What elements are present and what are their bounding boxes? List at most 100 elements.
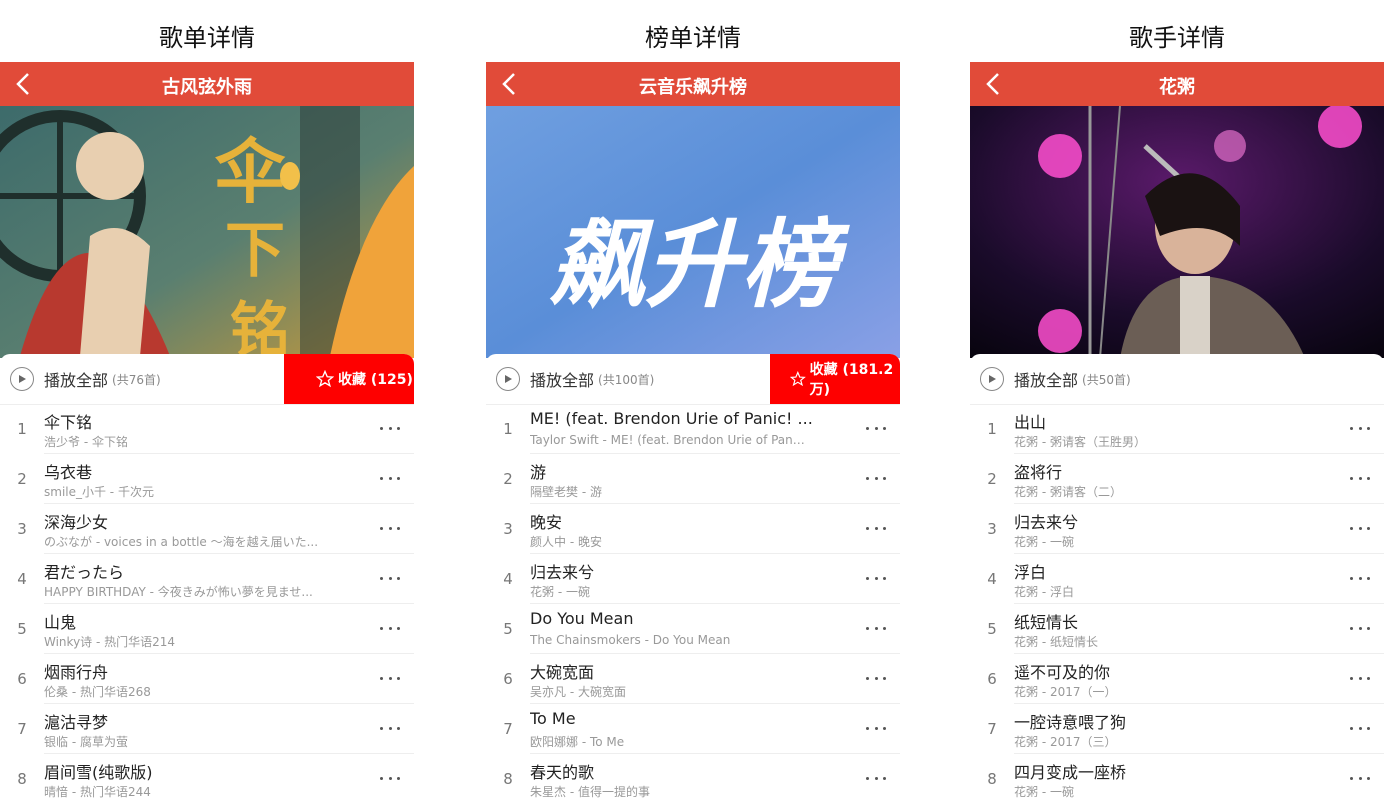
song-title: 滬沽寻梦 xyxy=(44,713,109,732)
chart-detail-panel: 榜单详情 云音乐飙升榜 飙升榜 播放全部 (共100首) 收藏 (181.2万)… xyxy=(486,0,900,801)
song-row[interactable]: 5 Do You Mean The Chainsmokers - Do You Me… xyxy=(486,604,900,654)
song-subtitle: 欧阳娜娜 - To Me xyxy=(530,735,625,749)
song-row[interactable]: 3 深海少女 のぶなが - voices in a bottle ～海を越え届いた.… xyxy=(0,504,414,554)
song-row[interactable]: 7 To Me 欧阳娜娜 - To Me xyxy=(486,704,900,754)
song-row[interactable]: 8 四月变成一座桥 花粥 - 一碗 xyxy=(970,754,1384,801)
song-row[interactable]: 1 伞下铭 浩少爷 - 伞下铭 xyxy=(0,404,414,454)
song-subtitle: 银临 - 腐草为萤 xyxy=(44,735,128,749)
song-subtitle: 颜人中 - 晚安 xyxy=(530,535,602,549)
more-dots-icon[interactable] xyxy=(380,768,400,788)
song-row[interactable]: 7 一腔诗意喂了狗 花粥 - 2017（三） xyxy=(970,704,1384,754)
play-circle-icon xyxy=(496,367,520,391)
song-row[interactable]: 2 乌衣巷 smile_小千 - 千次元 xyxy=(0,454,414,504)
more-dots-icon[interactable] xyxy=(1350,518,1370,538)
song-row[interactable]: 4 浮白 花粥 - 浮白 xyxy=(970,554,1384,604)
song-index: 7 xyxy=(17,720,27,738)
song-info: 晚安 颜人中 - 晚安 xyxy=(530,504,900,554)
song-title: To Me xyxy=(530,709,576,728)
more-dots-icon[interactable] xyxy=(1350,768,1370,788)
song-info: 盗将行 花粥 - 粥请客（二） xyxy=(1014,454,1384,504)
more-dots-icon[interactable] xyxy=(866,768,886,788)
song-row[interactable]: 2 游隔壁老樊 - 游 xyxy=(486,454,900,504)
song-row[interactable]: 3 晚安 颜人中 - 晚安 xyxy=(486,504,900,554)
song-subtitle: 花粥 - 纸短情长 xyxy=(1014,635,1098,649)
more-dots-icon[interactable] xyxy=(866,568,886,588)
more-dots-icon[interactable] xyxy=(1350,668,1370,688)
more-dots-icon[interactable] xyxy=(866,418,886,438)
more-dots-icon[interactable] xyxy=(866,668,886,688)
more-dots-icon[interactable] xyxy=(1350,468,1370,488)
song-row[interactable]: 3 归去来兮 花粥 - 一碗 xyxy=(970,504,1384,554)
song-list: 1 ME! (feat. Brendon Urie of Panic! ... Ta… xyxy=(486,404,900,801)
song-subtitle: 花粥 - 粥请客（二） xyxy=(1014,485,1122,499)
more-dots-icon[interactable] xyxy=(380,618,400,638)
play-all-button[interactable]: 播放全部 (共76首) xyxy=(10,366,161,392)
song-index: 8 xyxy=(987,770,997,788)
song-list: 1 伞下铭 浩少爷 - 伞下铭 2 乌衣巷 smile_小千 - 千次元 3 深海少女 のぶなが… xyxy=(0,404,414,801)
header-title: 云音乐飙升榜 xyxy=(639,77,747,98)
song-row[interactable]: 4 归去来兮 花粥 - 一碗 xyxy=(486,554,900,604)
song-info: 大碗宽面 吴亦凡 - 大碗宽面 xyxy=(530,654,900,704)
song-row[interactable]: 8 眉间雪(纯歌版) 晴愔 - 热门华语244 xyxy=(0,754,414,801)
more-dots-icon[interactable] xyxy=(1350,718,1370,738)
play-all-button[interactable]: 播放全部 (共100首) xyxy=(496,366,654,392)
song-info: To Me 欧阳娜娜 - To Me xyxy=(530,704,900,754)
song-subtitle: のぶなが - voices in a bottle ～海を越え届いた... xyxy=(44,535,319,549)
song-title: 出山 xyxy=(1014,413,1047,432)
more-dots-icon[interactable] xyxy=(380,668,400,688)
more-dots-icon[interactable] xyxy=(380,468,400,488)
song-row[interactable]: 1 ME! (feat. Brendon Urie of Panic! ... Ta… xyxy=(486,404,900,454)
song-row[interactable]: 7 滬沽寻梦银临 - 腐草为萤 xyxy=(0,704,414,754)
cover-text: 飙升榜 xyxy=(549,209,850,321)
song-row[interactable]: 1 出山花粥 - 粥请客（王胜男） xyxy=(970,404,1384,454)
song-subtitle: Taylor Swift - ME! (feat. Brendon Urie o… xyxy=(530,433,805,447)
more-dots-icon[interactable] xyxy=(1350,568,1370,588)
more-dots-icon[interactable] xyxy=(380,518,400,538)
song-index: 2 xyxy=(17,470,27,488)
song-row[interactable]: 2 盗将行 花粥 - 粥请客（二） xyxy=(970,454,1384,504)
play-all-button[interactable]: 播放全部 (共50首) xyxy=(980,366,1131,392)
song-index: 4 xyxy=(17,570,27,588)
nav-header: 花粥 xyxy=(970,62,1384,106)
more-dots-icon[interactable] xyxy=(380,718,400,738)
song-title: 遥不可及的你 xyxy=(1014,663,1111,682)
song-subtitle: 晴愔 - 热门华语244 xyxy=(44,785,151,799)
song-subtitle: 花粥 - 粥请客（王胜男） xyxy=(1014,435,1146,449)
song-row[interactable]: 4 君だったら HAPPY BIRTHDAY - 今夜きみが怖い夢を見ませ... xyxy=(0,554,414,604)
more-dots-icon[interactable] xyxy=(380,418,400,438)
play-all-label: 播放全部 xyxy=(1014,371,1079,390)
more-dots-icon[interactable] xyxy=(866,518,886,538)
song-row[interactable]: 6 烟雨行舟 伦桑 - 热门华语268 xyxy=(0,654,414,704)
panel-title: 歌手详情 xyxy=(1129,24,1225,52)
more-dots-icon[interactable] xyxy=(1350,418,1370,438)
song-index: 6 xyxy=(17,670,27,688)
song-row[interactable]: 8 春天的歌 朱星杰 - 值得一提的事 xyxy=(486,754,900,801)
song-row[interactable]: 6 大碗宽面 吴亦凡 - 大碗宽面 xyxy=(486,654,900,704)
more-dots-icon[interactable] xyxy=(1350,618,1370,638)
song-info: 游隔壁老樊 - 游 xyxy=(530,454,900,504)
more-dots-icon[interactable] xyxy=(866,718,886,738)
song-info: 一腔诗意喂了狗 花粥 - 2017（三） xyxy=(1014,704,1384,754)
song-index: 5 xyxy=(987,620,997,638)
singer-action-bar: 播放全部 (共50首) xyxy=(970,354,1384,405)
song-info: 四月变成一座桥 花粥 - 一碗 xyxy=(1014,754,1384,801)
collect-button[interactable]: 收藏 (125) xyxy=(284,354,414,404)
song-info: Do You Mean The Chainsmokers - Do You Mea… xyxy=(530,604,900,654)
play-circle-icon xyxy=(980,367,1004,391)
song-info: 归去来兮 花粥 - 一碗 xyxy=(1014,504,1384,554)
song-subtitle: 朱星杰 - 值得一提的事 xyxy=(530,785,650,799)
more-dots-icon[interactable] xyxy=(380,568,400,588)
song-index: 1 xyxy=(987,420,997,438)
more-dots-icon[interactable] xyxy=(866,468,886,488)
song-subtitle: 花粥 - 2017（三） xyxy=(1014,735,1117,749)
singer-detail-panel: 歌手详情 花粥 播放全部 (共50首) 1 出山 花粥 - 粥请客（王胜男） 2… xyxy=(970,0,1384,801)
more-dots-icon[interactable] xyxy=(866,618,886,638)
song-row[interactable]: 6 遥不可及的你 花粥 - 2017（一） xyxy=(970,654,1384,704)
song-title: 乌衣巷 xyxy=(44,463,93,482)
song-row[interactable]: 5 纸短情长 花粥 - 纸短情长 xyxy=(970,604,1384,654)
song-index: 5 xyxy=(503,620,513,638)
song-index: 3 xyxy=(17,520,27,538)
song-row[interactable]: 5 山鬼 Winky诗 - 热门华语214 xyxy=(0,604,414,654)
collect-button[interactable]: 收藏 (181.2万) xyxy=(770,354,900,404)
song-index: 8 xyxy=(503,770,513,788)
